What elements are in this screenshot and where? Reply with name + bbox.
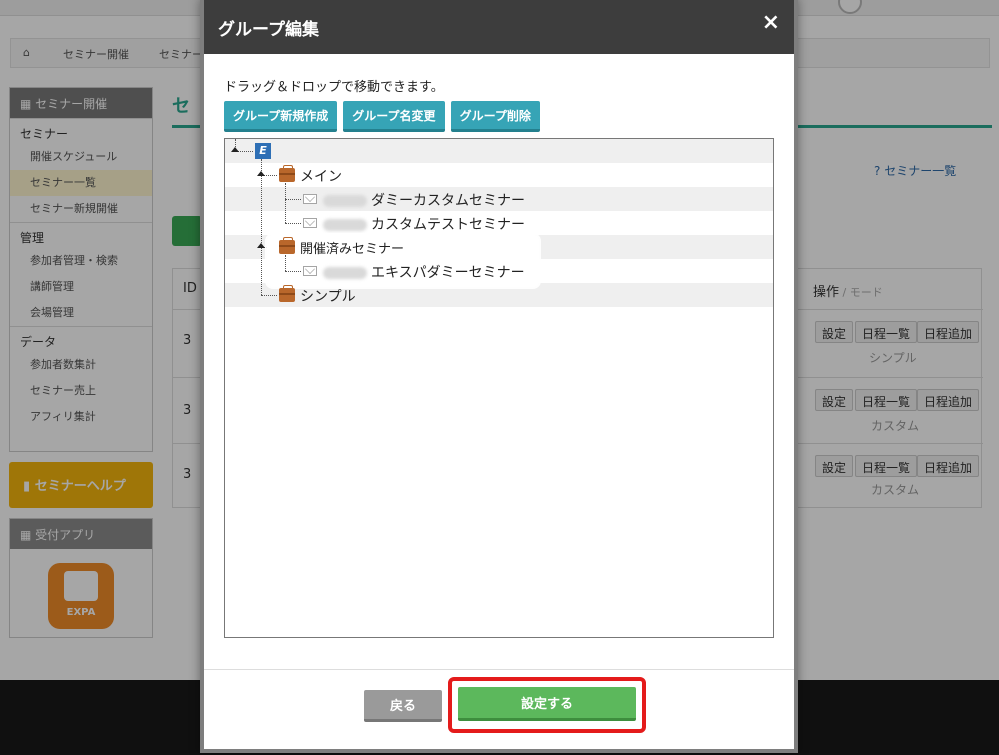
blurred-id [323, 267, 367, 279]
modal-footer: 戻る 設定する [204, 669, 794, 749]
tree-group-finished[interactable]: 開催済みセミナー [300, 238, 404, 257]
tree-connector [285, 199, 301, 200]
modal-body: ドラッグ＆ドロップで移動できます。 グループ新規作成 グループ名変更 グループ削… [204, 54, 794, 674]
tree-group-simple[interactable]: シンプル [300, 286, 356, 306]
briefcase-icon [279, 285, 295, 302]
tree-item-label: ダミーカスタムセミナー [371, 193, 525, 209]
tree-connector [261, 159, 262, 295]
close-icon[interactable]: × [762, 12, 780, 34]
delete-group-button[interactable]: グループ削除 [450, 101, 540, 132]
tree-row [225, 139, 773, 163]
mail-icon [303, 266, 317, 276]
rename-group-button[interactable]: グループ名変更 [343, 101, 445, 132]
expand-toggle-icon[interactable] [257, 171, 265, 176]
back-button[interactable]: 戻る [364, 690, 442, 722]
tree-connector [285, 271, 301, 272]
briefcase-icon [279, 237, 295, 254]
save-button[interactable]: 設定する [458, 687, 636, 721]
root-logo-icon: E [255, 143, 271, 159]
tree-connector [261, 295, 277, 296]
briefcase-icon [279, 165, 295, 182]
modal-title: グループ編集 [218, 20, 319, 40]
mail-icon [303, 218, 317, 228]
modal-header: グループ編集 × [204, 0, 794, 54]
tree-item[interactable]: カスタムテストセミナー [323, 214, 525, 234]
blurred-id [323, 219, 367, 231]
drag-drop-hint: ドラッグ＆ドロップで移動できます。 [224, 80, 444, 95]
blurred-id [323, 195, 367, 207]
tree-item[interactable]: ダミーカスタムセミナー [323, 190, 525, 210]
tree-item-label: エキスパダミーセミナー [371, 265, 525, 281]
expand-toggle-icon[interactable] [257, 243, 265, 248]
tree-item[interactable]: エキスパダミーセミナー [323, 262, 525, 282]
tree-group-main[interactable]: メイン [300, 166, 342, 186]
tree-connector [285, 183, 286, 223]
group-toolbar: グループ新規作成 グループ名変更 グループ削除 [224, 101, 774, 132]
expand-toggle-icon[interactable] [231, 147, 239, 152]
mail-icon [303, 194, 317, 204]
new-group-button[interactable]: グループ新規作成 [224, 101, 338, 132]
tree-connector [285, 255, 286, 271]
tree-item-label: カスタムテストセミナー [371, 217, 525, 233]
group-edit-modal: グループ編集 × ドラッグ＆ドロップで移動できます。 グループ新規作成 グループ… [200, 0, 798, 753]
save-button-highlight: 設定する [448, 677, 646, 733]
group-tree: E メイン ダミーカスタムセミナー カスタムテストセミナー 開催済みセミナー エ… [224, 138, 774, 638]
tree-connector [285, 223, 301, 224]
